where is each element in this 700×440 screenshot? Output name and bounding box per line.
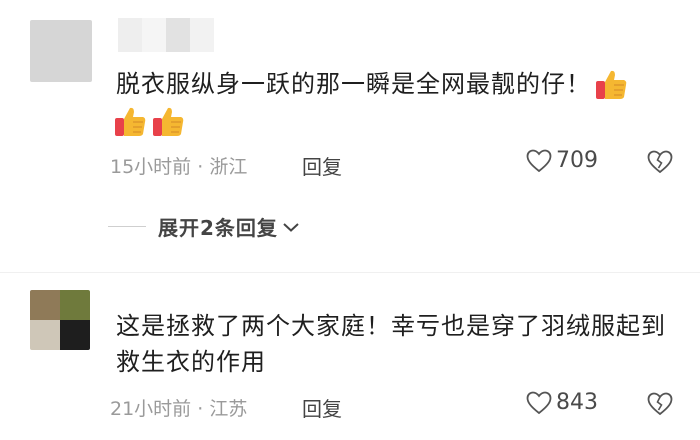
meta-separator: · [197, 156, 204, 178]
broken-heart-icon [647, 150, 673, 174]
dislike-button[interactable] [647, 392, 673, 420]
like-button[interactable]: 709 [526, 148, 598, 173]
emoji-row [112, 104, 188, 144]
broken-heart-icon [647, 392, 673, 416]
comment-divider [0, 272, 700, 273]
thumbs-up-icon [112, 104, 148, 140]
thumbs-up-icon [150, 104, 186, 140]
expand-replies-button[interactable]: 展开2条回复 [108, 212, 300, 241]
username-redacted [118, 18, 214, 52]
dislike-button[interactable] [647, 150, 673, 178]
avatar[interactable] [30, 20, 92, 82]
like-button[interactable]: 843 [526, 390, 598, 415]
heart-icon [526, 149, 552, 172]
like-count: 843 [556, 390, 598, 415]
avatar[interactable] [30, 290, 90, 350]
meta-separator: · [197, 398, 204, 420]
comment-text: 这是拯救了两个大家庭！幸亏也是穿了羽绒服起到救生衣的作用 [116, 312, 666, 376]
comment-item: 脱衣服纵身一跃的那一瞬是全网最靓的仔！ 15小时前 · 浙江 回复 709 展开… [0, 0, 700, 270]
comment-item: 这是拯救了两个大家庭！幸亏也是穿了羽绒服起到救生衣的作用 21小时前 · 江苏 … [0, 278, 700, 440]
comment-time: 21小时前 [110, 398, 192, 420]
comment-location: 浙江 [209, 156, 248, 178]
reply-button[interactable]: 回复 [302, 151, 342, 180]
heart-icon [526, 391, 552, 414]
comment-meta: 15小时前 · 浙江 [110, 152, 247, 179]
comment-meta: 21小时前 · 江苏 [110, 394, 247, 421]
expand-replies-label: 展开2条回复 [158, 216, 278, 240]
expand-divider-line [108, 226, 146, 227]
comment-text: 脱衣服纵身一跃的那一瞬是全网最靓的仔！ [116, 66, 676, 103]
reply-button[interactable]: 回复 [302, 393, 342, 422]
comment-location: 江苏 [209, 398, 248, 420]
comment-time: 15小时前 [110, 156, 192, 178]
like-count: 709 [556, 148, 598, 173]
chevron-down-icon [283, 222, 299, 232]
thumbs-up-icon [593, 67, 629, 103]
